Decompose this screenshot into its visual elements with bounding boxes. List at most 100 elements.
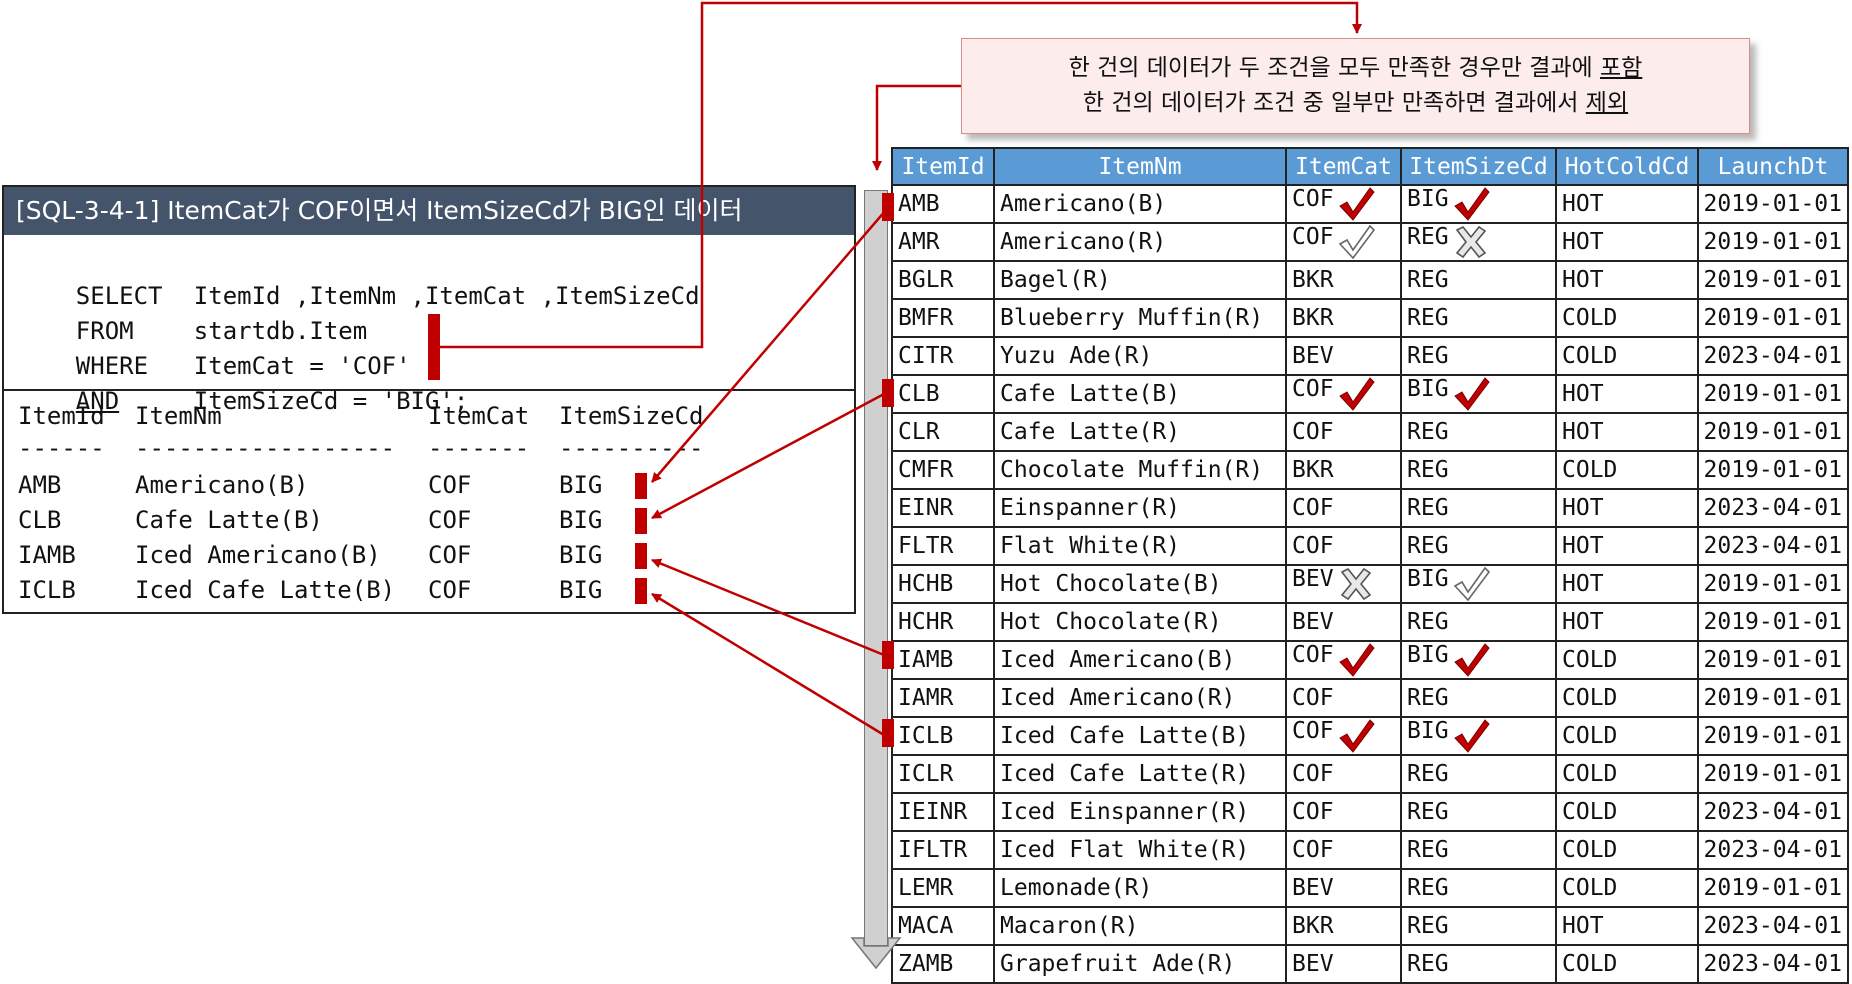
cell-text: HCHB <box>898 571 954 597</box>
table-cell: 2023-04-01 <box>1697 906 1849 946</box>
table-cell: COLD <box>1555 336 1699 376</box>
table-cell: BKR <box>1285 906 1402 946</box>
table-cell: 2019-01-01 <box>1697 678 1849 718</box>
table-cell: ICLB <box>891 716 995 756</box>
result-cell: BIG <box>559 576 603 604</box>
cell-text: 2019-01-01 <box>1703 647 1842 673</box>
table-cell: 2019-01-01 <box>1697 640 1849 680</box>
table-body: AMB Americano(B) COF BIG HOT 2019-01-01 AMR Ame… <box>891 184 1849 984</box>
table-cell: HOT <box>1555 602 1699 642</box>
cell-text: Americano(R) <box>1000 229 1167 255</box>
cell-text: REG <box>1407 419 1449 445</box>
table-row: AMR Americano(R) COF REG HOT 2019-01-01 <box>891 222 1849 262</box>
cell-text: HOT <box>1562 495 1604 521</box>
table-cell: REG <box>1400 602 1557 642</box>
table-row: IFLTR Iced Flat White(R) COF REG COLD 2023-04… <box>891 830 1849 870</box>
cell-text: COF <box>1292 224 1334 250</box>
cell-text: BIG <box>1407 642 1449 668</box>
cell-text: COLD <box>1562 685 1618 711</box>
table-cell: BKR <box>1285 260 1402 300</box>
cell-text: HOT <box>1562 913 1604 939</box>
check-red-icon <box>1453 643 1490 677</box>
result-header: ItemCat <box>428 402 530 430</box>
cell-text: BIG <box>1407 186 1449 212</box>
table-row: ZAMB Grapefruit Ade(R) BEV REG COLD 2023-04-0… <box>891 944 1849 984</box>
table-cell: Iced Americano(B) <box>993 640 1287 680</box>
table-cell: IAMB <box>891 640 995 680</box>
table-cell: COLD <box>1555 716 1699 756</box>
table-cell: Americano(B) <box>993 184 1287 224</box>
check-red-icon <box>1453 719 1490 753</box>
table-cell: EINR <box>891 488 995 528</box>
table-cell: AMB <box>891 184 995 224</box>
cell-text: COLD <box>1562 723 1618 749</box>
result-cell: Iced Americano(B) <box>135 541 381 569</box>
cell-text: HOT <box>1562 571 1604 597</box>
cell-text: REG <box>1407 837 1449 863</box>
table-cell: COLD <box>1555 678 1699 718</box>
table-cell: COLD <box>1555 792 1699 832</box>
x-gray-icon <box>1340 567 1371 601</box>
table-cell: HOT <box>1555 184 1699 224</box>
table-cell: HOT <box>1555 906 1699 946</box>
column-header: ItemId <box>891 147 995 186</box>
table-cell: REG <box>1400 488 1557 528</box>
cell-text: 2019-01-01 <box>1703 305 1842 331</box>
table-cell: BEV <box>1285 564 1402 604</box>
result-cell: Americano(B) <box>135 471 309 499</box>
result-cell: BIG <box>559 506 603 534</box>
result-cell: COF <box>428 506 472 534</box>
cell-text: REG <box>1407 457 1449 483</box>
table-cell: Hot Chocolate(R) <box>993 602 1287 642</box>
cell-text: BIG <box>1407 376 1449 402</box>
cell-text: CLB <box>898 381 940 407</box>
table-cell: 2019-01-01 <box>1697 754 1849 794</box>
table-cell: Bagel(R) <box>993 260 1287 300</box>
cell-text: COF <box>1292 642 1334 668</box>
table-cell: REG <box>1400 868 1557 908</box>
cell-text: REG <box>1407 267 1449 293</box>
table-cell: BEV <box>1285 602 1402 642</box>
sql-line-where: WHERE ItemCat = 'COF' <box>18 314 411 380</box>
check-red-icon <box>1338 187 1375 221</box>
cell-text: CITR <box>898 343 954 369</box>
cell-text: Iced Americano(B) <box>1000 647 1236 673</box>
table-cell: 2023-04-01 <box>1697 336 1849 376</box>
cell-text: Cafe Latte(R) <box>1000 419 1181 445</box>
table-cell: LEMR <box>891 868 995 908</box>
cell-text: 2023-04-01 <box>1703 799 1842 825</box>
table-cell: Hot Chocolate(B) <box>993 564 1287 604</box>
result-cell: Cafe Latte(B) <box>135 506 323 534</box>
callout-emphasis: 제외 <box>1585 90 1629 116</box>
table-cell: 2023-04-01 <box>1697 944 1849 984</box>
cell-text: BEV <box>1292 951 1334 977</box>
table-cell: CITR <box>891 336 995 376</box>
cell-text: COF <box>1292 186 1334 212</box>
table-cell: 2019-01-01 <box>1697 564 1849 604</box>
result-cell: COF <box>428 471 472 499</box>
table-cell: Cafe Latte(B) <box>993 374 1287 414</box>
cell-text: COLD <box>1562 305 1618 331</box>
cell-text: HCHR <box>898 609 954 635</box>
table-cell: COF <box>1285 526 1402 566</box>
cell-text: BGLR <box>898 267 954 293</box>
table-row: IAMR Iced Americano(R) COF REG COLD 2019-01-0… <box>891 678 1849 718</box>
cell-text: Einspanner(R) <box>1000 495 1181 521</box>
table-row: IEINR Iced Einspanner(R) COF REG COLD 2023-04… <box>891 792 1849 832</box>
cell-text: 2019-01-01 <box>1703 761 1842 787</box>
column-header: LaunchDt <box>1697 147 1849 186</box>
table-cell: BMFR <box>891 298 995 338</box>
cell-text: Hot Chocolate(R) <box>1000 609 1222 635</box>
cell-text: COF <box>1292 685 1334 711</box>
table-cell: 2023-04-01 <box>1697 830 1849 870</box>
sql-line-and: AND ItemSizeCd = 'BIG'; <box>18 349 469 415</box>
table-cell: ICLR <box>891 754 995 794</box>
cell-text: BEV <box>1292 566 1334 592</box>
cell-text: 2019-01-01 <box>1703 609 1842 635</box>
result-separator: ------- <box>428 434 530 462</box>
table-cell: REG <box>1400 830 1557 870</box>
cell-text: HOT <box>1562 609 1604 635</box>
cell-text: BEV <box>1292 875 1334 901</box>
table-row: CLB Cafe Latte(B) COF BIG HOT 2019-01-01 <box>891 374 1849 414</box>
table-cell: 2019-01-01 <box>1697 602 1849 642</box>
